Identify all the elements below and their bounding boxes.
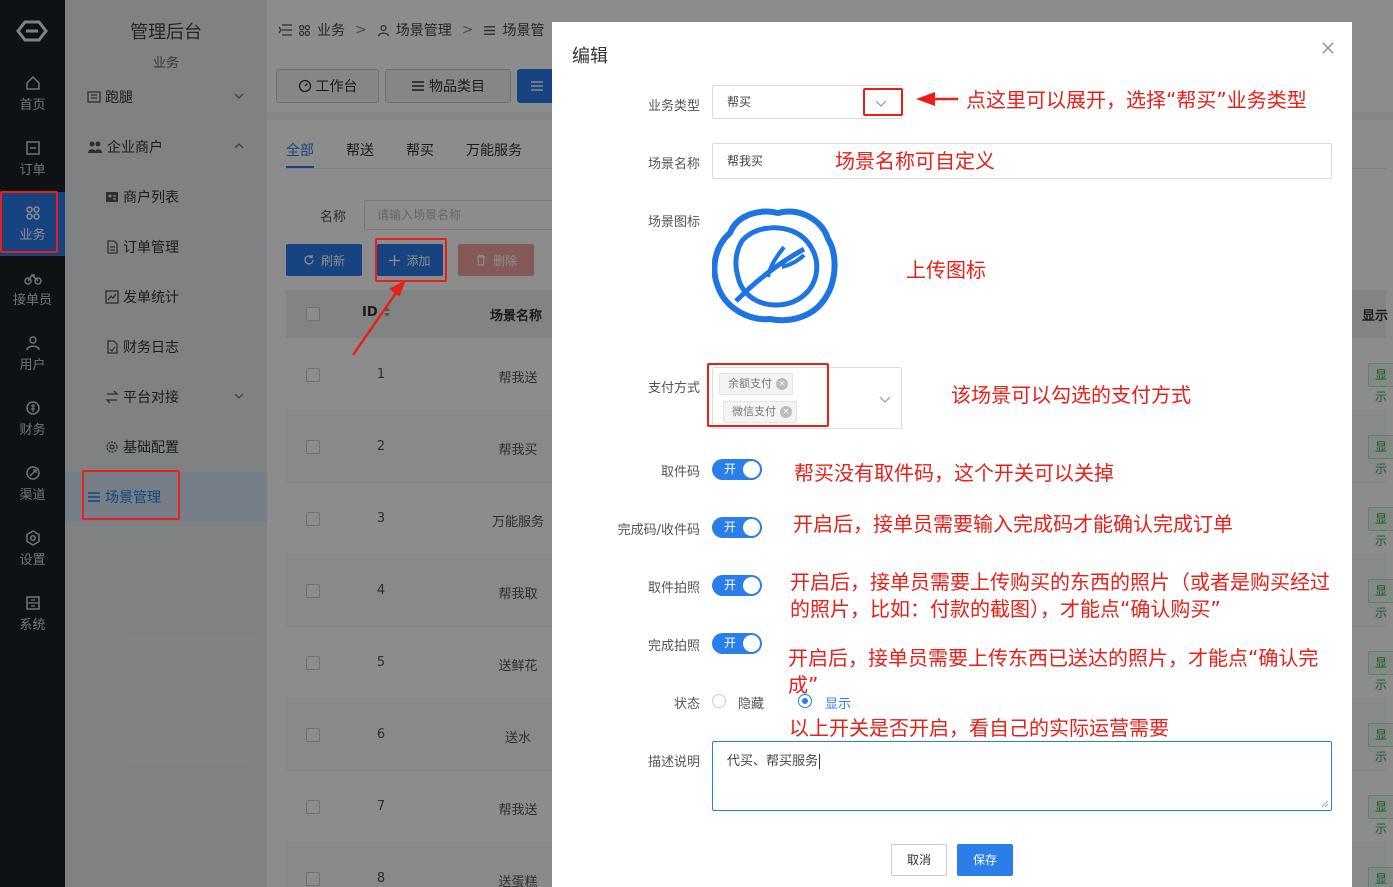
scene-icon-label: 场景图标 — [647, 215, 700, 230]
annotation-type: 点这里可以展开，选择“帮买”业务类型 — [966, 88, 1307, 112]
annotation-finish-code: 开启后，接单员需要输入完成码才能确认完成订单 — [793, 512, 1233, 536]
toggle-knob — [743, 519, 760, 536]
annotation-pickup-photo-line2: 的照片，比如：付款的截图），才能点“确认购买” — [790, 597, 1221, 621]
highlight-rail-business — [0, 191, 58, 253]
cabbage-icon — [712, 208, 838, 324]
highlight-scene-manage — [82, 470, 180, 520]
description-value: 代买、帮买服务 — [727, 754, 819, 769]
toggle-label: 开 — [724, 578, 737, 592]
status-show-label[interactable]: 显示 — [825, 693, 851, 712]
description-label: 描述说明 — [647, 755, 700, 770]
scene-icon-upload[interactable] — [712, 205, 838, 325]
annotation-pay: 该场景可以勾选的支付方式 — [951, 383, 1191, 407]
annotation-finish-photo-line1: 开启后，接单员需要上传东西已送达的照片，才能点“确认完 — [788, 646, 1319, 670]
status-hidden-label[interactable]: 隐藏 — [738, 693, 764, 712]
pickup-code-label: 取件码 — [660, 465, 700, 480]
toggle-label: 开 — [724, 636, 737, 650]
finish-code-label: 完成码/收件码 — [617, 523, 700, 538]
finish-photo-toggle[interactable]: 开 — [712, 633, 762, 654]
pickup-photo-toggle[interactable]: 开 — [712, 575, 762, 596]
annotation-icon: 上传图标 — [906, 258, 986, 282]
annotation-summary: 以上开关是否开启，看自己的实际运营需要 — [789, 716, 1169, 740]
highlight-type-arrow — [863, 88, 903, 116]
highlight-payment — [707, 363, 829, 427]
status-hidden-radio[interactable] — [712, 694, 726, 708]
highlight-add-button — [375, 238, 447, 282]
toggle-knob — [743, 577, 760, 594]
close-icon[interactable] — [1322, 42, 1334, 54]
scene-name-label: 场景名称 — [647, 157, 700, 172]
description-textarea[interactable]: 代买、帮买服务 — [712, 741, 1332, 811]
toggle-label: 开 — [724, 520, 737, 534]
resize-handle-icon[interactable] — [1321, 800, 1329, 808]
business-type-label: 业务类型 — [647, 99, 700, 114]
toggle-knob — [743, 461, 760, 478]
modal-title: 编辑 — [572, 46, 608, 67]
save-button[interactable]: 保存 — [957, 844, 1013, 876]
finish-photo-label: 完成拍照 — [647, 639, 700, 654]
pickup-code-toggle[interactable]: 开 — [712, 459, 762, 480]
cancel-button[interactable]: 取消 — [891, 844, 947, 876]
pickup-photo-label: 取件拍照 — [647, 581, 700, 596]
text-cursor — [819, 754, 821, 769]
scene-name-input[interactable]: 帮我买 — [712, 143, 1332, 179]
toggle-knob — [743, 635, 760, 652]
chevron-down-icon[interactable] — [879, 394, 891, 404]
business-type-value: 帮买 — [727, 95, 752, 109]
status-label: 状态 — [673, 697, 700, 712]
payment-method-label: 支付方式 — [647, 381, 700, 396]
annotation-pickup-code: 帮买没有取件码，这个开关可以关掉 — [794, 461, 1114, 485]
annotation-finish-photo-line2: 成” — [788, 673, 819, 697]
annotation-name: 场景名称可自定义 — [835, 149, 995, 173]
annotation-pickup-photo-line1: 开启后，接单员需要上传购买的东西的照片（或者是购买经过 — [790, 570, 1330, 594]
toggle-label: 开 — [724, 462, 737, 476]
finish-code-toggle[interactable]: 开 — [712, 517, 762, 538]
